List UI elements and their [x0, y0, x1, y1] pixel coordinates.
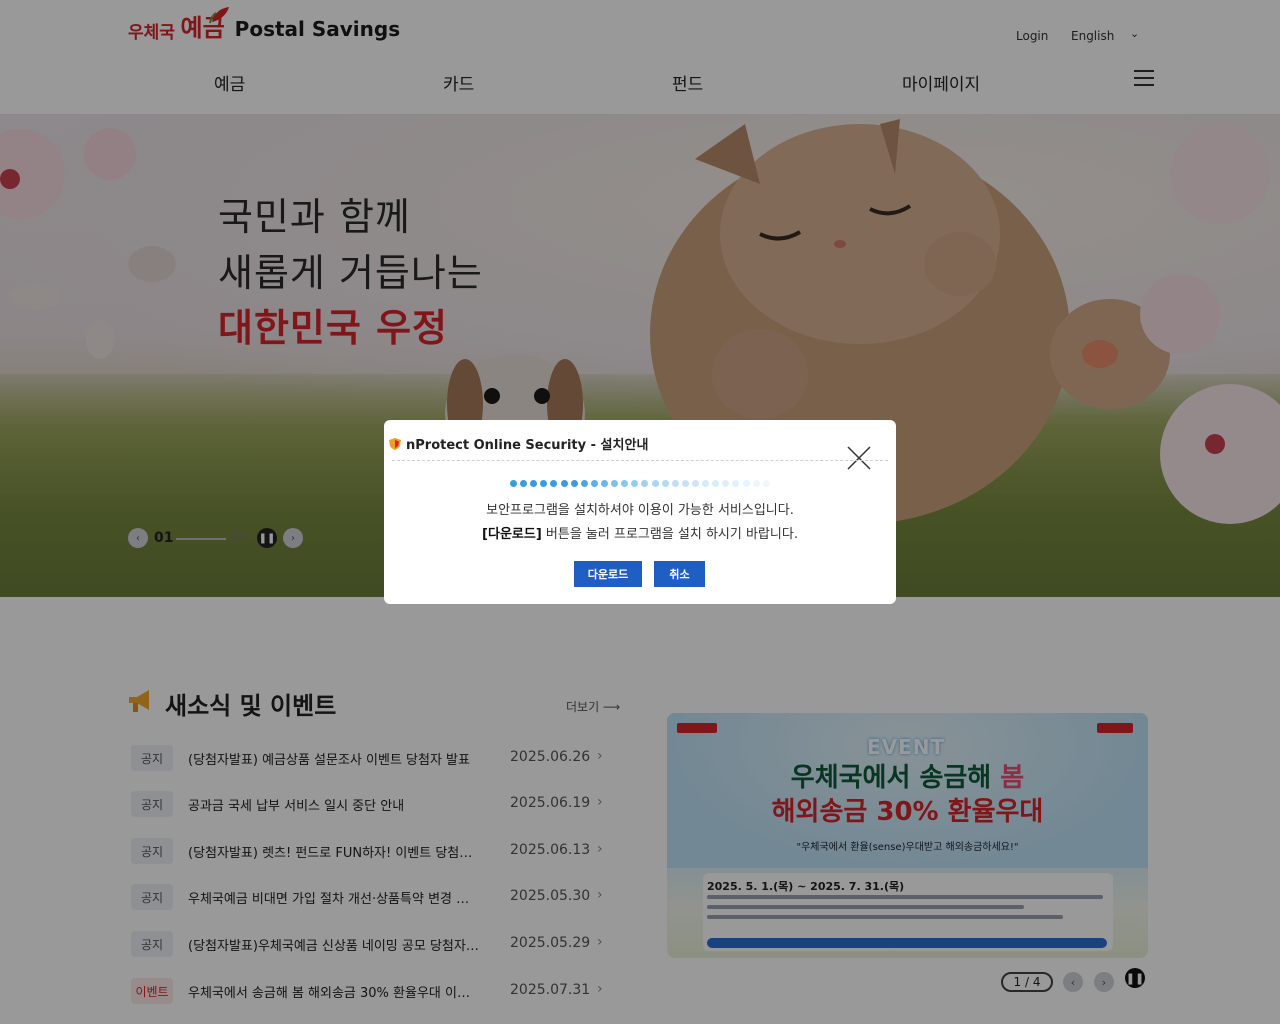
shield-icon	[389, 437, 401, 450]
progress-dots	[510, 480, 770, 487]
dialog-message1: 보안프로그램을 설치하셔야 이용이 가능한 서비스입니다.	[486, 503, 794, 518]
download-button[interactable]: 다운로드	[574, 561, 642, 587]
cancel-button[interactable]: 취소	[654, 561, 705, 587]
dialog-header: nProtect Online Security - 설치안내	[388, 434, 648, 453]
dialog-divider	[392, 460, 888, 461]
security-install-dialog: nProtect Online Security - 설치안내 보안프로그램을 …	[384, 420, 896, 604]
dialog-title: nProtect Online Security - 설치안내	[406, 438, 649, 453]
close-icon[interactable]	[846, 445, 872, 471]
dialog-message2: [다운로드] 버튼을 눌러 프로그램을 설치 하시기 바랍니다.	[482, 527, 798, 542]
